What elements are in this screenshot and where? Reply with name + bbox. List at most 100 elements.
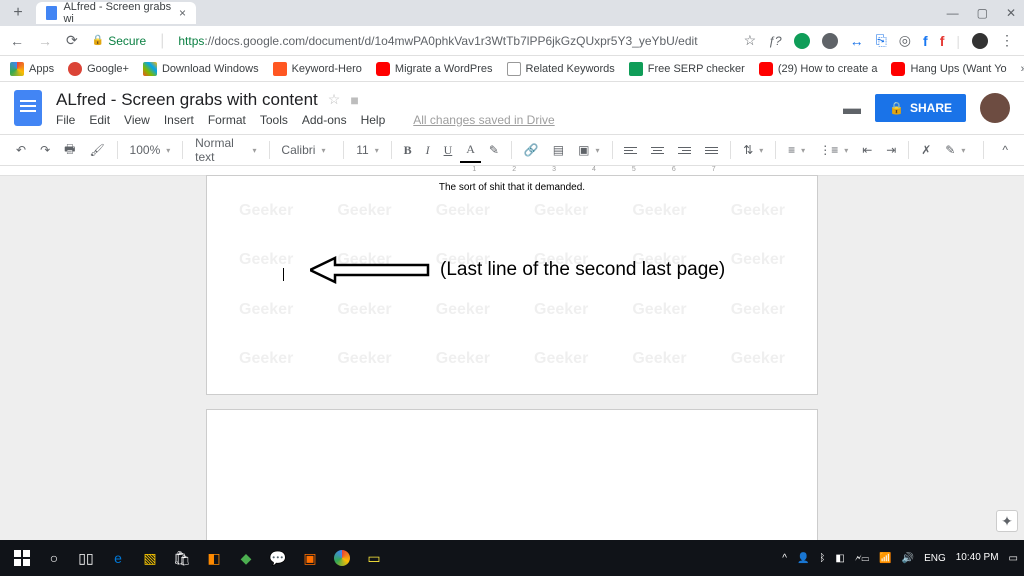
bookmark-item[interactable]: Free SERP checker (629, 62, 745, 76)
print-button[interactable]: 🖶 (58, 136, 81, 165)
bookmark-star-icon[interactable]: ☆ (744, 32, 757, 49)
task-view-icon[interactable]: ▯▯ (70, 542, 102, 574)
taskbar-app-explorer[interactable]: ▧ (134, 542, 166, 574)
taskbar-app[interactable]: ◧ (198, 542, 230, 574)
apps-shortcut[interactable]: Apps (10, 62, 54, 76)
undo-button[interactable]: ↶ (10, 139, 32, 161)
menu-edit[interactable]: Edit (89, 113, 110, 127)
bookmark-item[interactable]: Download Windows (143, 62, 259, 76)
align-center-button[interactable] (645, 141, 670, 160)
bookmark-item[interactable]: Hang Ups (Want Yo (891, 62, 1006, 76)
comments-icon[interactable]: ▬ (843, 98, 861, 119)
text-color-button[interactable]: A (460, 138, 481, 163)
document-text-line[interactable]: The sort of shit that it demanded. (207, 176, 817, 193)
star-icon[interactable]: ☆ (328, 91, 341, 108)
close-tab-icon[interactable]: × (179, 6, 186, 20)
docs-logo-icon[interactable] (14, 90, 42, 126)
editing-mode-button[interactable]: ✎ (939, 139, 971, 161)
zoom-select[interactable]: 100% (124, 139, 177, 161)
tray-up-icon[interactable]: ^ (782, 553, 787, 564)
taskbar-app[interactable]: 💬 (262, 542, 294, 574)
extension-icon[interactable] (822, 33, 838, 49)
indent-increase-button[interactable]: ⇥ (880, 139, 902, 161)
forward-button[interactable]: → (38, 33, 52, 49)
clear-formatting-button[interactable]: ✗ (915, 139, 937, 161)
tray-battery-icon[interactable]: 🗲▭ (855, 553, 869, 564)
italic-button[interactable]: I (420, 139, 436, 162)
bookmark-item[interactable]: Google+ (68, 62, 129, 76)
bookmark-item[interactable]: Keyword-Hero (273, 62, 362, 76)
document-page[interactable] (206, 409, 818, 540)
insert-comment-button[interactable]: ▤ (547, 139, 570, 161)
window-maximize-icon[interactable]: ▢ (977, 6, 988, 20)
taskbar-app-store[interactable]: 🛍 (166, 542, 198, 574)
align-justify-button[interactable] (699, 141, 724, 160)
align-right-button[interactable] (672, 141, 697, 160)
folder-icon[interactable]: ■ (350, 92, 358, 108)
extension-icon[interactable]: f (923, 33, 928, 49)
extension-icon[interactable]: ⎘ (876, 32, 887, 49)
taskbar-app[interactable]: ◆ (230, 542, 262, 574)
line-spacing-button[interactable]: ⇅ (737, 139, 769, 161)
insert-image-button[interactable]: ▣ (572, 139, 605, 161)
document-canvas[interactable]: 1234567 GeekerGeekerGeekerGeekerGeekerGe… (0, 166, 1024, 540)
chrome-menu-icon[interactable]: ⋮ (1000, 32, 1014, 49)
tray-bluetooth-icon[interactable]: ᛒ (819, 553, 825, 564)
extension-icon[interactable]: ƒ? (768, 34, 781, 48)
underline-button[interactable]: U (438, 139, 459, 162)
taskbar-app[interactable]: ▭ (358, 542, 390, 574)
bookmark-item[interactable]: (29) How to create a (759, 62, 878, 76)
document-page[interactable]: GeekerGeekerGeekerGeekerGeekerGeeker Gee… (206, 175, 818, 395)
new-tab-button[interactable]: + (8, 4, 28, 22)
extension-icon[interactable]: ↔ (850, 33, 864, 49)
align-left-button[interactable] (618, 141, 643, 160)
taskbar-app-edge[interactable]: e (102, 542, 134, 574)
action-center-icon[interactable]: ▭ (1009, 553, 1018, 564)
redo-button[interactable]: ↷ (34, 139, 56, 161)
reload-button[interactable]: ⟳ (66, 32, 78, 49)
font-select[interactable]: Calibri (275, 139, 337, 161)
back-button[interactable]: ← (10, 33, 24, 49)
paint-format-button[interactable]: 🖌 (83, 139, 110, 161)
taskbar-app[interactable]: ▣ (294, 542, 326, 574)
tray-wifi-icon[interactable]: 📶 (879, 553, 891, 564)
tray-icon[interactable]: 👤 (797, 553, 809, 564)
tray-icon[interactable]: ◧ (835, 553, 844, 564)
highlight-button[interactable]: ✎ (483, 139, 505, 161)
start-button[interactable] (6, 542, 38, 574)
menu-addons[interactable]: Add-ons (302, 113, 347, 127)
menu-tools[interactable]: Tools (260, 113, 288, 127)
indent-decrease-button[interactable]: ⇤ (856, 139, 878, 161)
secure-badge[interactable]: 🔒 Secure (92, 34, 146, 48)
menu-insert[interactable]: Insert (164, 113, 194, 127)
menu-file[interactable]: File (56, 113, 75, 127)
insert-link-button[interactable]: 🔗 (518, 139, 545, 161)
window-close-icon[interactable]: ✕ (1006, 6, 1016, 20)
paragraph-style-select[interactable]: Normal text (189, 132, 262, 168)
bulleted-list-button[interactable]: ⋮≡ (813, 139, 854, 161)
account-avatar[interactable] (980, 93, 1010, 123)
tray-volume-icon[interactable]: 🔊 (902, 553, 914, 564)
bookmark-item[interactable]: Migrate a WordPres (376, 62, 493, 76)
font-size-select[interactable]: 11 (350, 139, 384, 161)
browser-tab[interactable]: ALfred - Screen grabs wi × (36, 2, 196, 24)
address-url[interactable]: https://docs.google.com/document/d/1o4mw… (178, 34, 697, 48)
window-minimize-icon[interactable]: — (947, 6, 959, 20)
extension-icon[interactable]: f (940, 33, 945, 49)
menu-view[interactable]: View (124, 113, 150, 127)
profile-avatar-icon[interactable] (972, 33, 988, 49)
document-title[interactable]: ALfred - Screen grabs with content (56, 90, 318, 110)
tray-language[interactable]: ENG (924, 553, 946, 564)
tray-clock[interactable]: 10:40 PM (956, 552, 999, 564)
menu-format[interactable]: Format (208, 113, 246, 127)
extension-icon[interactable] (794, 33, 810, 49)
menu-help[interactable]: Help (361, 113, 386, 127)
bookmark-item[interactable]: Related Keywords (507, 62, 615, 76)
bold-button[interactable]: B (398, 139, 418, 162)
cortana-icon[interactable]: ○ (38, 542, 70, 574)
share-button[interactable]: 🔒 SHARE (875, 94, 966, 122)
numbered-list-button[interactable]: ≡ (782, 139, 811, 161)
explore-button[interactable]: ✦ (996, 510, 1018, 532)
collapse-toolbar-icon[interactable]: ^ (996, 139, 1014, 161)
taskbar-app-chrome[interactable] (326, 542, 358, 574)
